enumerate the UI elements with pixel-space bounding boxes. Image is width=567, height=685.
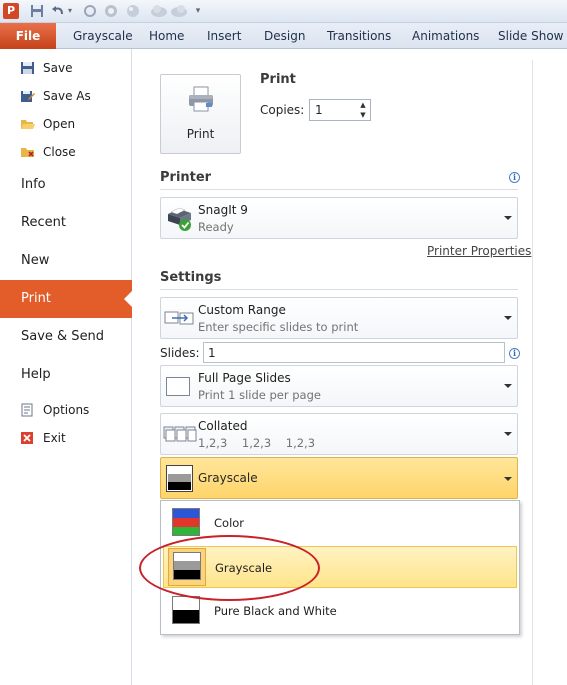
folder-open-icon xyxy=(20,117,35,131)
custom-range-icon xyxy=(164,309,194,327)
customize-qat-icon[interactable]: ▾ xyxy=(194,4,202,18)
tab-design[interactable]: Design xyxy=(264,23,305,49)
powerpoint-logo-icon[interactable]: P xyxy=(3,3,19,19)
chevron-down-icon xyxy=(504,477,512,481)
spin-up-icon[interactable]: ▲ xyxy=(357,100,369,110)
printer-name: SnagIt 9 xyxy=(198,203,248,217)
repeat-icon[interactable] xyxy=(104,4,118,18)
tab-animations[interactable]: Animations xyxy=(412,23,479,49)
collation-title: Collated xyxy=(198,419,248,433)
spin-down-icon[interactable]: ▼ xyxy=(357,110,369,120)
cloud-icon[interactable] xyxy=(150,4,168,18)
print-range-dropdown[interactable]: Custom Range Enter specific slides to pr… xyxy=(160,297,518,339)
range-title: Custom Range xyxy=(198,303,286,317)
options-icon xyxy=(20,403,35,417)
printer-ready-icon xyxy=(165,205,195,233)
printer-properties-link[interactable]: Printer Properties xyxy=(427,244,531,258)
save-as-icon xyxy=(20,89,35,103)
copies-value[interactable]: 1 xyxy=(315,103,323,117)
collation-subtitle: 1,2,3 1,2,3 1,2,3 xyxy=(198,436,316,450)
settings-heading: Settings xyxy=(160,270,222,285)
menu-item-grayscale[interactable]: Grayscale xyxy=(163,546,517,588)
grayscale-icon xyxy=(166,465,193,492)
collated-icon xyxy=(163,424,197,444)
undo-icon[interactable] xyxy=(51,4,65,18)
printer-dropdown[interactable]: SnagIt 9 Ready xyxy=(160,197,518,239)
section-divider xyxy=(160,189,518,190)
clear-icon[interactable] xyxy=(126,4,140,18)
ribbon-tabs: File Grayscale Home Insert Design Transi… xyxy=(0,23,567,49)
nav-help[interactable]: Help xyxy=(0,356,132,394)
menu-item-pure-black-white[interactable]: Pure Black and White xyxy=(163,590,517,632)
tab-transitions[interactable]: Transitions xyxy=(327,23,391,49)
pane-divider xyxy=(532,60,533,685)
save-icon xyxy=(20,61,35,75)
collation-dropdown[interactable]: Collated 1,2,3 1,2,3 1,2,3 xyxy=(160,413,518,455)
nav-new[interactable]: New xyxy=(0,242,132,280)
tab-insert[interactable]: Insert xyxy=(207,23,241,49)
color-icon xyxy=(172,508,200,536)
nav-info[interactable]: Info xyxy=(0,166,132,204)
tab-grayscale[interactable]: Grayscale xyxy=(73,23,133,49)
tab-file[interactable]: File xyxy=(0,23,56,49)
printer-heading: Printer xyxy=(160,170,212,185)
print-button[interactable]: Print xyxy=(160,74,241,154)
color-mode-selected: Grayscale xyxy=(198,471,258,485)
chevron-down-icon xyxy=(504,316,512,320)
color-mode-menu: Color Grayscale Pure Black and White xyxy=(160,500,520,635)
layout-dropdown[interactable]: Full Page Slides Print 1 slide per page xyxy=(160,365,518,407)
printer-status: Ready xyxy=(198,220,234,234)
chevron-down-icon xyxy=(504,384,512,388)
info-icon[interactable]: i xyxy=(509,348,520,359)
tab-home[interactable]: Home xyxy=(149,23,184,49)
nav-recent[interactable]: Recent xyxy=(0,204,132,242)
range-subtitle: Enter specific slides to print xyxy=(198,320,359,334)
copies-stepper[interactable]: 1 ▲ ▼ xyxy=(309,99,371,121)
slides-label: Slides: xyxy=(160,346,200,360)
tab-slide-show[interactable]: Slide Show xyxy=(498,23,563,49)
nav-print[interactable]: Print xyxy=(0,280,132,318)
printer-icon xyxy=(187,85,215,113)
chevron-down-icon xyxy=(504,432,512,436)
save-icon[interactable] xyxy=(30,4,44,18)
section-divider xyxy=(160,289,518,290)
copies-label: Copies: xyxy=(260,103,305,117)
chevron-down-icon xyxy=(504,216,512,220)
layout-title: Full Page Slides xyxy=(198,371,291,385)
grayscale-icon xyxy=(173,552,201,580)
black-white-icon xyxy=(172,596,200,624)
cloud-icon[interactable] xyxy=(170,4,188,18)
nav-save-send[interactable]: Save & Send xyxy=(0,318,132,356)
backstage-nav: Save Save As Open Close Info Recent New … xyxy=(0,49,132,685)
undo-dropdown-icon[interactable]: ▾ xyxy=(66,4,74,18)
layout-subtitle: Print 1 slide per page xyxy=(198,388,321,402)
print-heading: Print xyxy=(260,72,296,87)
folder-close-icon xyxy=(20,145,35,159)
redo-icon[interactable] xyxy=(83,4,97,18)
info-icon[interactable]: i xyxy=(509,172,520,183)
exit-icon xyxy=(20,431,35,445)
full-page-slide-icon xyxy=(166,377,190,396)
color-mode-dropdown[interactable]: Grayscale xyxy=(160,457,518,499)
menu-item-color[interactable]: Color xyxy=(163,502,517,544)
quick-access-toolbar: P ▾ ▾ xyxy=(0,0,567,23)
slides-input[interactable]: 1 xyxy=(203,342,505,363)
